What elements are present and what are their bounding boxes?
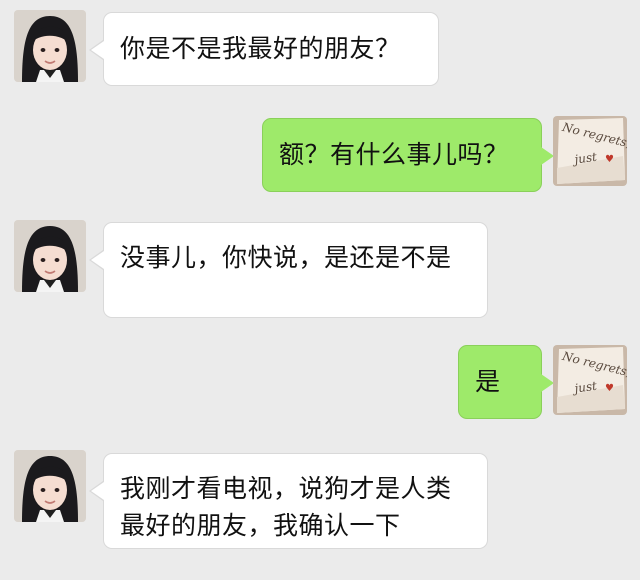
message-text: 没事儿，你快说，是还是不是	[120, 243, 452, 272]
my-avatar-image: No regrets, just ♥	[553, 345, 627, 415]
svg-text:♥: ♥	[605, 154, 614, 165]
message-text: 我刚才看电视，说狗才是人类最好的朋友，我确认一下	[120, 474, 452, 540]
message-bubble[interactable]: 我刚才看电视，说狗才是人类最好的朋友，我确认一下	[89, 453, 488, 549]
friend-avatar[interactable]	[14, 10, 86, 82]
message-text: 你是不是我最好的朋友？	[120, 34, 401, 63]
message-bubble[interactable]: 是	[458, 345, 554, 419]
my-avatar[interactable]: No regrets, just ♥	[553, 116, 627, 186]
message-bubble[interactable]: 没事儿，你快说，是还是不是	[89, 222, 488, 318]
my-avatar-image: No regrets, just ♥	[553, 116, 627, 186]
friend-avatar[interactable]	[14, 220, 86, 292]
friend-avatar-image	[14, 220, 86, 292]
friend-avatar[interactable]	[14, 450, 86, 522]
message-text: 是	[475, 367, 501, 396]
svg-text:♥: ♥	[605, 383, 614, 394]
chat-area[interactable]: 你是不是我最好的朋友？ 额？有什么事儿吗？ No regrets, just ♥…	[0, 0, 640, 580]
my-avatar[interactable]: No regrets, just ♥	[553, 345, 627, 415]
friend-avatar-image	[14, 10, 86, 82]
friend-avatar-image	[14, 450, 86, 522]
message-bubble[interactable]: 额？有什么事儿吗？	[262, 118, 554, 192]
message-bubble[interactable]: 你是不是我最好的朋友？	[89, 12, 439, 86]
message-text: 额？有什么事儿吗？	[279, 140, 509, 169]
